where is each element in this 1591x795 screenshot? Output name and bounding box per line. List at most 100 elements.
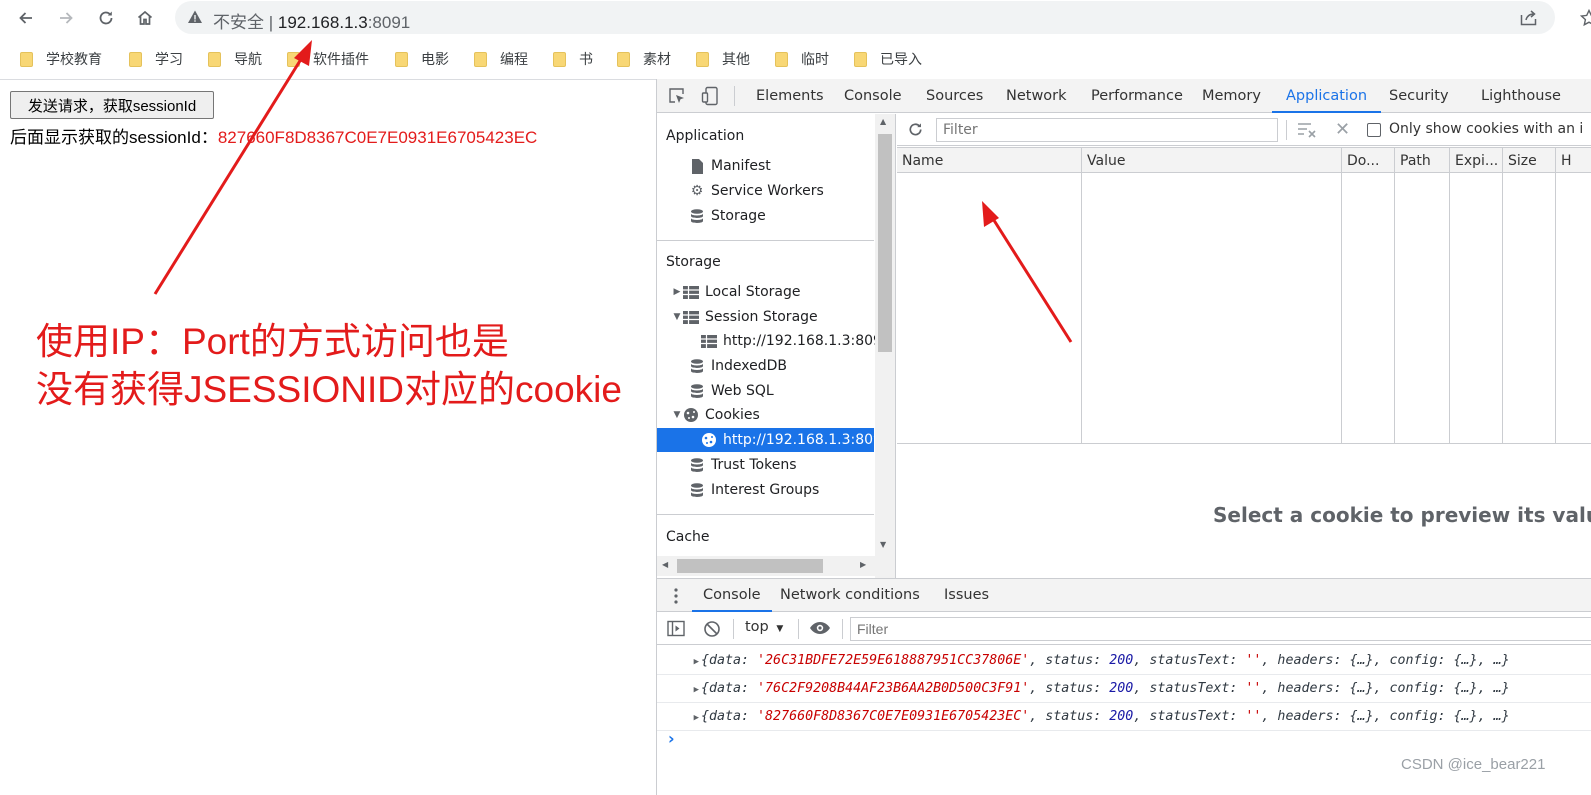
column-header-httponly[interactable]: H [1555, 148, 1591, 174]
console-filter-input[interactable] [850, 617, 1591, 641]
sidebar-item-cookies[interactable]: ▼ Cookies [657, 403, 874, 427]
tab-performance[interactable]: Performance [1091, 79, 1183, 113]
cookie-filter-input[interactable] [936, 118, 1278, 142]
tab-security[interactable]: Security [1389, 79, 1449, 113]
bookmark-folder[interactable]: 学校教育 [20, 48, 102, 70]
clear-icon[interactable]: ✕ [1335, 119, 1350, 140]
context-label: top [745, 619, 769, 635]
scroll-left-icon[interactable]: ◀ [662, 560, 668, 569]
tab-elements[interactable]: Elements [756, 79, 824, 113]
cookie-toolbar: ✕ Only show cookies with an i [897, 114, 1591, 146]
clear-filtered-icon[interactable] [1297, 121, 1317, 142]
column-header-size[interactable]: Size [1502, 148, 1555, 174]
sidebar-label: Session Storage [705, 309, 818, 325]
console-log-row[interactable]: ▶ {data: '26C31BDFE72E59E618887951CC37806… [657, 647, 1591, 675]
grid-icon [683, 309, 699, 325]
cookie-preview-message: Select a cookie to preview its value [1213, 503, 1591, 527]
gear-icon: ⚙ [690, 183, 704, 199]
column-header-domain[interactable]: Do... [1341, 148, 1394, 174]
inspect-icon[interactable] [668, 87, 686, 109]
drawer-tab-console[interactable]: Console [692, 579, 772, 612]
drawer-tab-issues[interactable]: Issues [944, 579, 989, 612]
reload-icon[interactable] [907, 121, 924, 142]
share-icon[interactable] [1520, 9, 1538, 29]
bookmark-folder[interactable]: 临时 [775, 48, 829, 70]
context-selector[interactable]: top ▼ [745, 619, 783, 635]
expand-triangle-icon[interactable]: ▶ [657, 704, 701, 732]
bookmark-folder[interactable]: 电影 [395, 48, 449, 70]
horizontal-scrollbar[interactable]: ◀ ▶ [657, 556, 875, 576]
chevron-down-icon: ▼ [776, 624, 784, 634]
bookmark-folder[interactable]: 素材 [617, 48, 671, 70]
divider [842, 619, 843, 639]
bookmark-folder[interactable]: 其他 [696, 48, 750, 70]
kebab-icon[interactable] [673, 587, 679, 609]
sidebar-item-session-origin[interactable]: http://192.168.1.3:8091 [657, 329, 891, 353]
file-icon [689, 158, 705, 174]
scrollbar-thumb[interactable] [677, 559, 823, 573]
device-icon[interactable] [701, 86, 719, 110]
sidebar-item-manifest[interactable]: Manifest [657, 154, 874, 178]
scroll-right-icon[interactable]: ▶ [860, 560, 866, 569]
address-bar[interactable]: 不安全 | 192.168.1.3:8091 [175, 1, 1555, 34]
vertical-scrollbar[interactable]: ▲ ▼ [875, 114, 895, 578]
drawer-tab-network-conditions[interactable]: Network conditions [780, 579, 920, 612]
tab-network[interactable]: Network [1006, 79, 1067, 113]
console-prompt[interactable]: › [668, 729, 675, 748]
console-log-row[interactable]: ▶ {data: '827660F8D8367C0E7E0931E6705423E… [657, 703, 1591, 731]
sidebar-item-storage[interactable]: Storage [657, 204, 874, 228]
sidebar-item-indexeddb[interactable]: IndexedDB [657, 354, 874, 378]
sidebar-item-local-storage[interactable]: ▶ Local Storage [657, 280, 874, 304]
sidebar-item-cookies-origin[interactable]: http://192.168.1.3:8091 [657, 428, 891, 452]
log-text: , headers: {…}, config: {…}, …} [1261, 709, 1510, 724]
divider [657, 514, 874, 515]
star-icon[interactable] [1579, 8, 1591, 30]
tab-console[interactable]: Console [844, 79, 902, 113]
log-number: 200 [1109, 681, 1134, 696]
warning-icon[interactable] [187, 9, 203, 28]
sidebar-item-service-workers[interactable]: ⚙ Service Workers [657, 179, 874, 203]
console-log-row[interactable]: ▶ {data: '76C2F9208B44AF23B6AA2B0D500C3F9… [657, 675, 1591, 703]
column-header-name[interactable]: Name [897, 148, 1081, 174]
tab-lighthouse[interactable]: Lighthouse [1481, 79, 1561, 113]
folder-icon [775, 51, 788, 67]
bookmark-folder[interactable]: 书 [553, 48, 593, 70]
eye-icon[interactable] [809, 621, 831, 639]
sidebar-item-trust-tokens[interactable]: Trust Tokens [657, 453, 874, 477]
tab-memory[interactable]: Memory [1202, 79, 1261, 113]
tab-application[interactable]: Application [1272, 79, 1382, 113]
send-request-button[interactable]: 发送请求，获取sessionId [10, 91, 214, 119]
sidebar-item-web-sql[interactable]: Web SQL [657, 379, 874, 403]
sidebar-item-session-storage[interactable]: ▼ Session Storage [657, 305, 874, 329]
column-header-path[interactable]: Path [1394, 148, 1449, 174]
only-show-checkbox[interactable] [1367, 123, 1381, 137]
collapse-triangle-icon[interactable]: ▼ [671, 312, 683, 322]
log-text: , status: [1029, 681, 1110, 696]
log-text: , status: [1029, 653, 1110, 668]
bookmark-folder[interactable]: 已导入 [854, 48, 922, 70]
scroll-up-icon[interactable]: ▲ [880, 117, 886, 126]
block-icon[interactable] [703, 620, 721, 642]
tab-sources[interactable]: Sources [926, 79, 983, 113]
column-header-value[interactable]: Value [1081, 148, 1341, 174]
bookmark-folder[interactable]: 学习 [129, 48, 183, 70]
bookmark-label: 电影 [421, 51, 449, 67]
scroll-down-icon[interactable]: ▼ [880, 540, 886, 549]
home-icon[interactable] [132, 5, 158, 31]
column-header-expires[interactable]: Expi... [1449, 148, 1502, 174]
bookmark-folder[interactable]: 导航 [208, 48, 262, 70]
expand-triangle-icon[interactable]: ▶ [671, 287, 683, 297]
log-text: , statusText: [1133, 681, 1246, 696]
back-arrow-icon[interactable] [13, 5, 39, 31]
bookmarks-bar: 学校教育 学习 导航 软件插件 电影 编程 书 素材 其他 临时 已导入 [0, 40, 1591, 78]
sidebar-toggle-icon[interactable] [667, 620, 685, 641]
expand-triangle-icon[interactable]: ▶ [657, 676, 701, 704]
bookmark-folder[interactable]: 编程 [474, 48, 528, 70]
expand-triangle-icon[interactable]: ▶ [657, 648, 701, 676]
bookmark-folder[interactable]: 软件插件 [287, 48, 369, 70]
reload-icon[interactable] [93, 5, 119, 31]
forward-arrow-icon[interactable] [53, 5, 79, 31]
collapse-triangle-icon[interactable]: ▼ [671, 410, 683, 420]
scrollbar-thumb[interactable] [878, 134, 892, 352]
sidebar-item-interest-groups[interactable]: Interest Groups [657, 478, 874, 502]
